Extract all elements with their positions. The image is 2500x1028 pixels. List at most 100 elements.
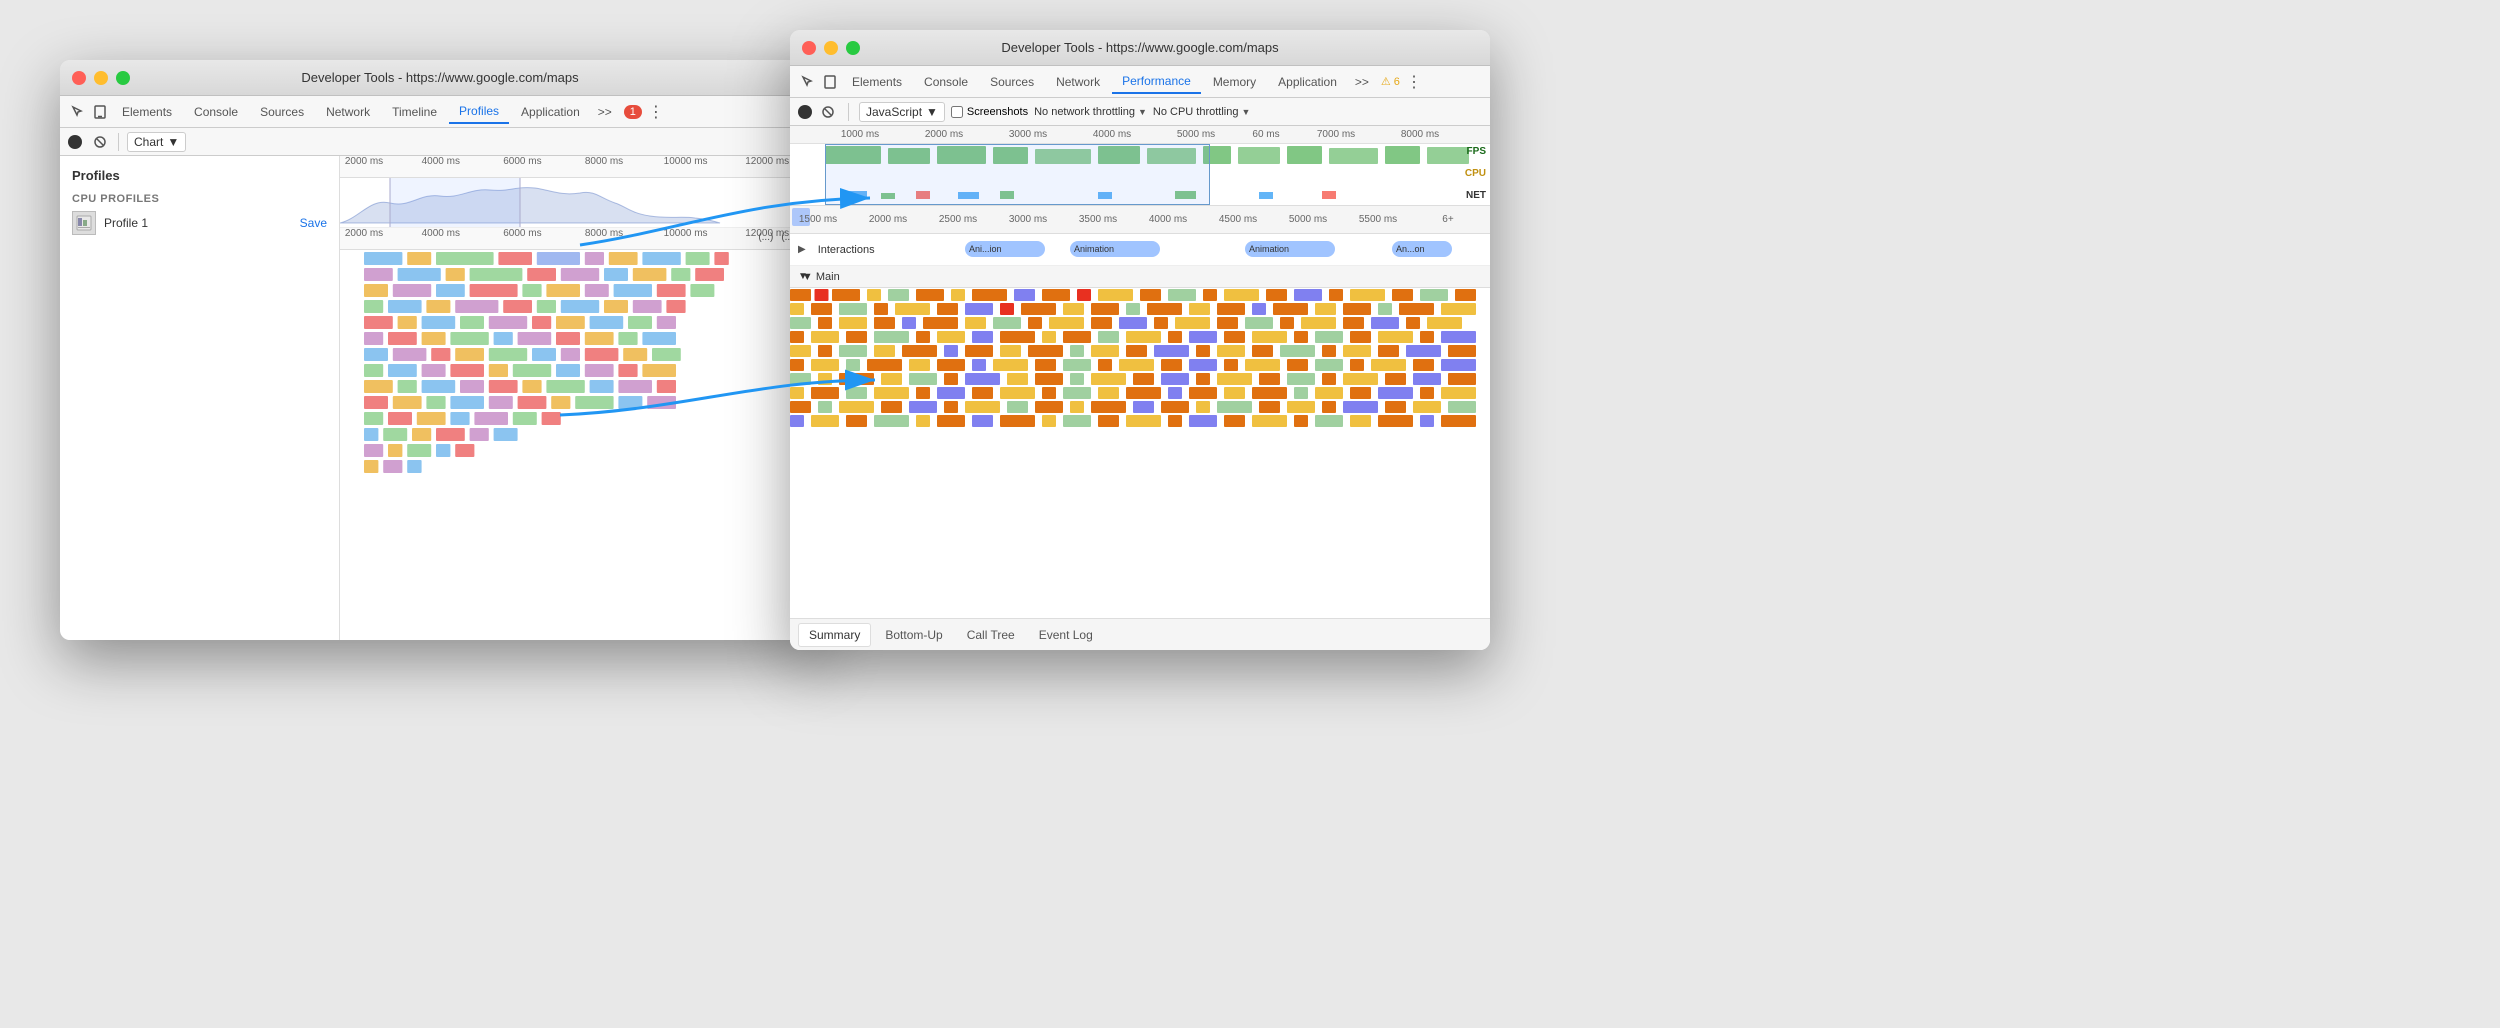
tick-12000: 12000 ms — [745, 156, 789, 167]
tick2-8000: 8000 ms — [585, 228, 623, 239]
minimize-button[interactable] — [94, 71, 108, 85]
tab-timeline[interactable]: Timeline — [382, 101, 447, 123]
more-tabs-icon[interactable]: >> — [592, 101, 618, 123]
tick2-10000: 10000 ms — [664, 228, 708, 239]
right-menu-icon[interactable]: ⋮ — [1406, 72, 1422, 92]
dt-tick-4000: 4000 ms — [1149, 214, 1187, 225]
fps-bar: FPS — [790, 144, 1490, 166]
ov-tick-8000: 8000 ms — [1401, 129, 1439, 140]
ov-tick-2000: 2000 ms — [925, 129, 963, 140]
interactions-expand-icon[interactable]: ▶ — [798, 244, 806, 255]
warning-badge: ⚠ 6 — [1381, 75, 1400, 88]
chart-timeline-bottom: 2000 ms 4000 ms 6000 ms 8000 ms 10000 ms… — [340, 228, 820, 250]
tab-network[interactable]: Network — [316, 101, 380, 123]
fps-label: FPS — [1467, 146, 1486, 157]
dt-tick-3000: 3000 ms — [1009, 214, 1047, 225]
ov-tick-4000: 4000 ms — [1093, 129, 1131, 140]
timeline-overview[interactable]: 1000 ms 2000 ms 3000 ms 4000 ms 5000 ms … — [790, 126, 1490, 206]
ov-tick-1000: 1000 ms — [841, 129, 879, 140]
ov-tick-3000: 3000 ms — [1009, 129, 1047, 140]
ov-tick-6000: 60 ms — [1252, 129, 1279, 140]
right-devtools-window: Developer Tools - https://www.google.com… — [790, 30, 1490, 650]
main-flame-svg — [790, 288, 1490, 650]
left-devtools-window: Developer Tools - https://www.google.com… — [60, 60, 820, 640]
right-more-tabs[interactable]: >> — [1349, 71, 1375, 93]
right-tab-application[interactable]: Application — [1268, 71, 1347, 93]
right-tab-elements[interactable]: Elements — [842, 71, 912, 93]
screenshots-check[interactable] — [951, 106, 963, 118]
cpu-svg — [790, 166, 1490, 188]
dt-tick-5500: 5500 ms — [1359, 214, 1397, 225]
right-device-icon[interactable] — [820, 72, 840, 92]
chart-select[interactable]: Chart ▼ — [127, 132, 186, 152]
tick2-4000: 4000 ms — [422, 228, 460, 239]
ov-tick-5000: 5000 ms — [1177, 129, 1215, 140]
cpu-bar: CPU — [790, 166, 1490, 188]
tab-console[interactable]: Console — [184, 101, 248, 123]
interactions-row[interactable]: ▶ Interactions Ani...ion Animation Anima… — [790, 234, 1490, 266]
perf-clear-button[interactable] — [818, 102, 838, 122]
bottom-tab-summary[interactable]: Summary — [798, 623, 871, 647]
tab-sources[interactable]: Sources — [250, 101, 314, 123]
bottom-tab-calltree[interactable]: Call Tree — [957, 624, 1025, 646]
flame-background — [340, 250, 820, 590]
tab-elements[interactable]: Elements — [112, 101, 182, 123]
interaction-animation-1: Animation — [1070, 241, 1160, 257]
chart-area[interactable]: 2000 ms 4000 ms 6000 ms 8000 ms 10000 ms… — [340, 156, 820, 640]
bottom-tab-bottomup[interactable]: Bottom-Up — [875, 624, 952, 646]
perf-toolbar: JavaScript ▼ Screenshots No network thro… — [790, 98, 1490, 126]
cpu-throttle-select[interactable]: No CPU throttling ▼ — [1153, 106, 1251, 118]
right-tab-network[interactable]: Network — [1046, 71, 1110, 93]
dt-tick-4500: 4500 ms — [1219, 214, 1257, 225]
network-throttle-select[interactable]: No network throttling ▼ — [1034, 106, 1147, 118]
right-maximize-button[interactable] — [846, 41, 860, 55]
net-label: NET — [1466, 190, 1486, 201]
device-icon[interactable] — [90, 102, 110, 122]
dt-tick-1500: 1500 ms — [799, 214, 837, 225]
left-titlebar: Developer Tools - https://www.google.com… — [60, 60, 820, 96]
right-close-button[interactable] — [802, 41, 816, 55]
profile-item[interactable]: Profile 1 Save — [60, 207, 339, 239]
right-tab-performance[interactable]: Performance — [1112, 70, 1201, 94]
ov-tick-7000: 7000 ms — [1317, 129, 1355, 140]
right-inspect-icon[interactable] — [798, 72, 818, 92]
flame-svg — [340, 250, 820, 590]
tick-6000: 6000 ms — [503, 156, 541, 167]
cpu-mini-chart — [340, 178, 820, 228]
maximize-button[interactable] — [116, 71, 130, 85]
main-flame-chart[interactable] — [790, 288, 1490, 650]
tab-profiles[interactable]: Profiles — [449, 100, 509, 124]
left-window-title: Developer Tools - https://www.google.com… — [301, 70, 578, 85]
js-select[interactable]: JavaScript ▼ — [859, 102, 945, 122]
profiles-title: Profiles — [60, 164, 339, 191]
profile-save-link[interactable]: Save — [300, 216, 327, 230]
overview-ruler: 1000 ms 2000 ms 3000 ms 4000 ms 5000 ms … — [790, 126, 1490, 144]
dt-tick-3500: 3500 ms — [1079, 214, 1117, 225]
right-window-title: Developer Tools - https://www.google.com… — [1001, 40, 1278, 55]
tab-application[interactable]: Application — [511, 101, 590, 123]
dt-tick-6: 6+ — [1442, 214, 1453, 225]
dt-tick-5000: 5000 ms — [1289, 214, 1327, 225]
right-minimize-button[interactable] — [824, 41, 838, 55]
perf-record-button[interactable] — [798, 105, 812, 119]
right-tabs-bar: Elements Console Sources Network Perform… — [790, 66, 1490, 98]
tick-8000: 8000 ms — [585, 156, 623, 167]
fps-svg — [790, 144, 1490, 166]
right-tab-sources[interactable]: Sources — [980, 71, 1044, 93]
right-window-controls — [802, 41, 860, 55]
bottom-tabs: Summary Bottom-Up Call Tree Event Log — [790, 618, 1490, 650]
right-tab-memory[interactable]: Memory — [1203, 71, 1266, 93]
interaction-anon: An...on — [1392, 241, 1452, 257]
record-button[interactable] — [68, 135, 82, 149]
menu-icon[interactable]: ⋮ — [648, 102, 664, 122]
bottom-tab-eventlog[interactable]: Event Log — [1029, 624, 1103, 646]
tick-10000: 10000 ms — [664, 156, 708, 167]
left-window-controls — [72, 71, 130, 85]
flame-chart[interactable] — [340, 250, 820, 590]
divider — [118, 133, 119, 151]
screenshots-checkbox[interactable]: Screenshots — [951, 106, 1028, 118]
right-tab-console[interactable]: Console — [914, 71, 978, 93]
inspect-icon[interactable] — [68, 102, 88, 122]
close-button[interactable] — [72, 71, 86, 85]
clear-button[interactable] — [90, 132, 110, 152]
